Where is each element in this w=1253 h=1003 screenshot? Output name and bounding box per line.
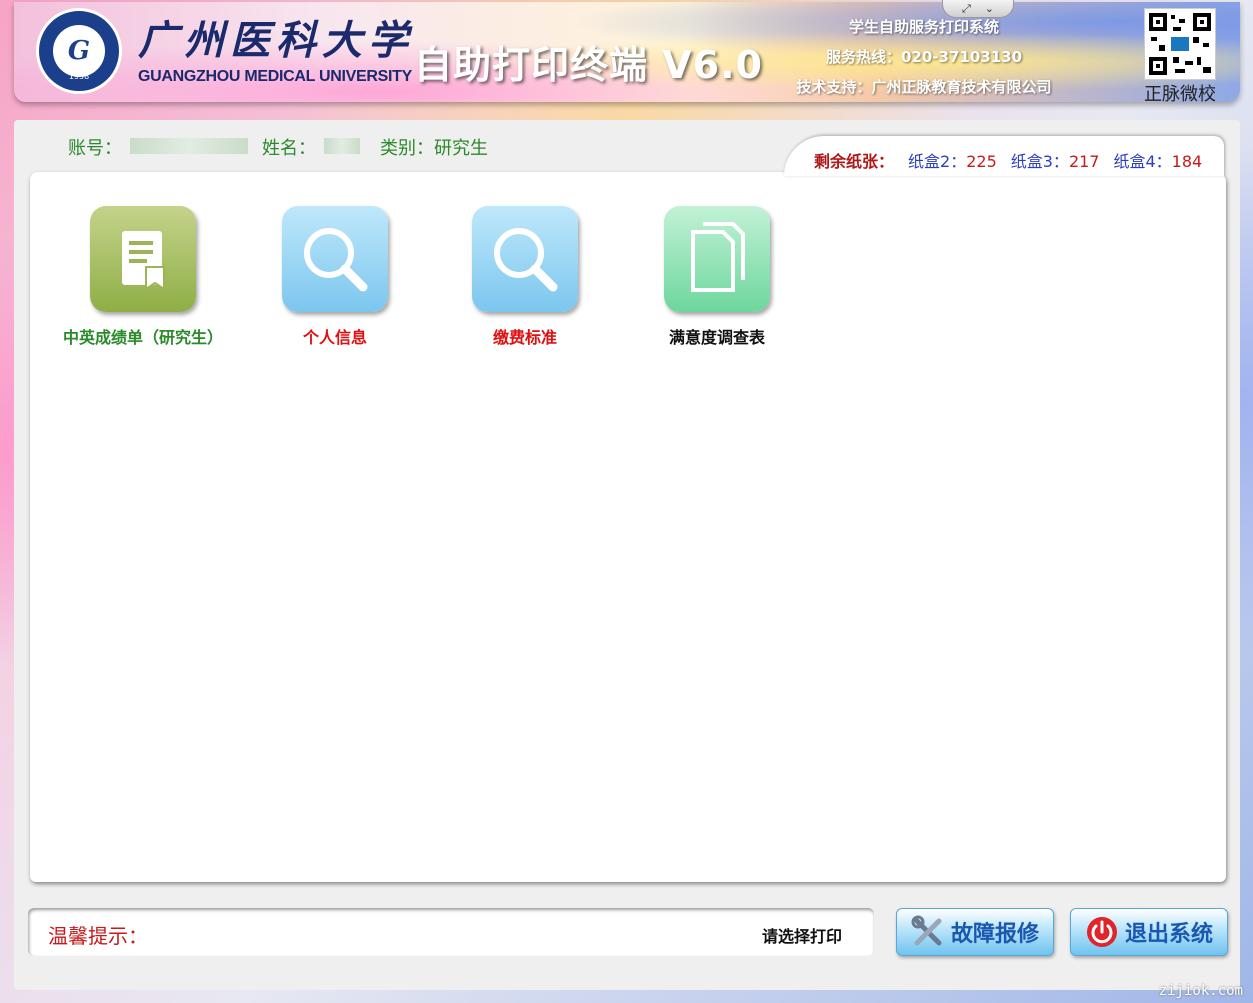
magnifier-icon[interactable]	[472, 206, 578, 312]
hotline: 服务热线：020-37103130	[825, 48, 1023, 66]
university-name-cn: 广州医科大学	[138, 17, 414, 64]
fullscreen-icon[interactable]: ⤢	[962, 2, 971, 16]
category-label: 类别：研究生	[380, 138, 488, 159]
tile-satisfaction-survey-label: 满意度调查表	[668, 328, 765, 347]
university-name-en: GUANGZHOU MEDICAL UNIVERSITY	[138, 68, 412, 85]
tip-label: 温馨提示：	[48, 924, 148, 948]
qr-label: 正脉微校	[1144, 84, 1216, 105]
tools-icon	[911, 915, 942, 946]
repair-button-label: 故障报修	[950, 922, 1039, 947]
name-label: 姓名：	[262, 138, 316, 159]
user-info-bar: 账号： 姓名： 类别：研究生	[68, 134, 488, 160]
main-panel: 账号： 姓名： 类别：研究生 剩余纸张： 纸盒2：225 纸盒3：217 纸盒4…	[14, 120, 1240, 990]
watermark: zijiok.com	[1158, 983, 1243, 999]
documents-icon[interactable]	[664, 206, 770, 312]
app-title: 自助打印终端 V6.0	[414, 43, 763, 87]
header-info: 学生自助服务打印系统 服务热线：020-37103130 技术支持：广州正脉教育…	[784, 12, 1064, 102]
logo-emblem: G	[53, 25, 105, 77]
tile-fee-standard-label: 缴费标准	[492, 328, 557, 347]
tile-personal-info-label: 个人信息	[302, 328, 367, 347]
tile-transcript-label: 中英成绩单（研究生）	[62, 328, 223, 347]
repair-button[interactable]: 故障报修	[896, 908, 1054, 956]
system-name: 学生自助服务打印系统	[848, 18, 999, 36]
exit-button-label: 退出系统	[1124, 922, 1213, 947]
paper-box-3: 纸盒3：217	[1010, 152, 1100, 171]
tech-support: 技术支持：广州正脉教育技术有限公司	[796, 78, 1052, 96]
tile-satisfaction-survey[interactable]: 满意度调查表	[622, 206, 812, 348]
name-value-redacted	[324, 138, 360, 154]
university-logo: G 1958	[36, 8, 122, 94]
magnifier-icon[interactable]	[282, 206, 388, 312]
tip-message: 请选择打印	[761, 927, 842, 946]
tile-personal-info[interactable]: 个人信息	[240, 206, 430, 348]
chevron-down-icon[interactable]: ⌄	[985, 2, 994, 15]
paper-label: 剩余纸张：	[814, 152, 895, 171]
document-ribbon-icon[interactable]	[90, 206, 196, 312]
header-banner: G 1958 广州医科大学 GUANGZHOU MEDICAL UNIVERSI…	[14, 2, 1240, 105]
paper-box-4: 纸盒4：184	[1113, 152, 1203, 171]
logo-year: 1958	[68, 72, 90, 81]
paper-remaining: 剩余纸张： 纸盒2：225 纸盒3：217 纸盒4：184	[814, 148, 1202, 172]
tip-bar: 温馨提示： 请选择打印	[28, 908, 874, 956]
account-label: 账号：	[68, 138, 122, 159]
exit-button[interactable]: 退出系统	[1070, 908, 1228, 956]
qr-code	[1144, 8, 1216, 80]
power-icon	[1086, 917, 1117, 947]
account-value-redacted	[130, 138, 248, 154]
paper-box-2: 纸盒2：225	[908, 152, 997, 171]
tile-fee-standard[interactable]: 缴费标准	[430, 206, 620, 348]
tile-transcript[interactable]: 中英成绩单（研究生）	[48, 206, 238, 348]
window-controls[interactable]: ⤢ ⌄	[942, 0, 1014, 18]
